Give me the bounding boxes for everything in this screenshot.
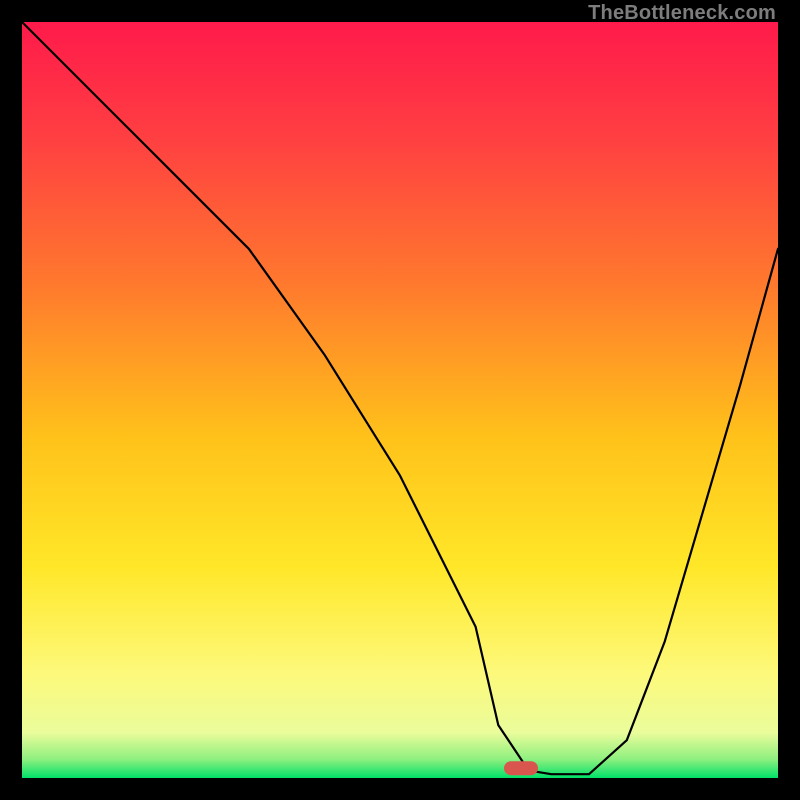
watermark-label: TheBottleneck.com [588, 2, 776, 25]
optimal-marker [504, 761, 538, 775]
chart-frame [22, 22, 778, 778]
bottleneck-chart [22, 22, 778, 778]
